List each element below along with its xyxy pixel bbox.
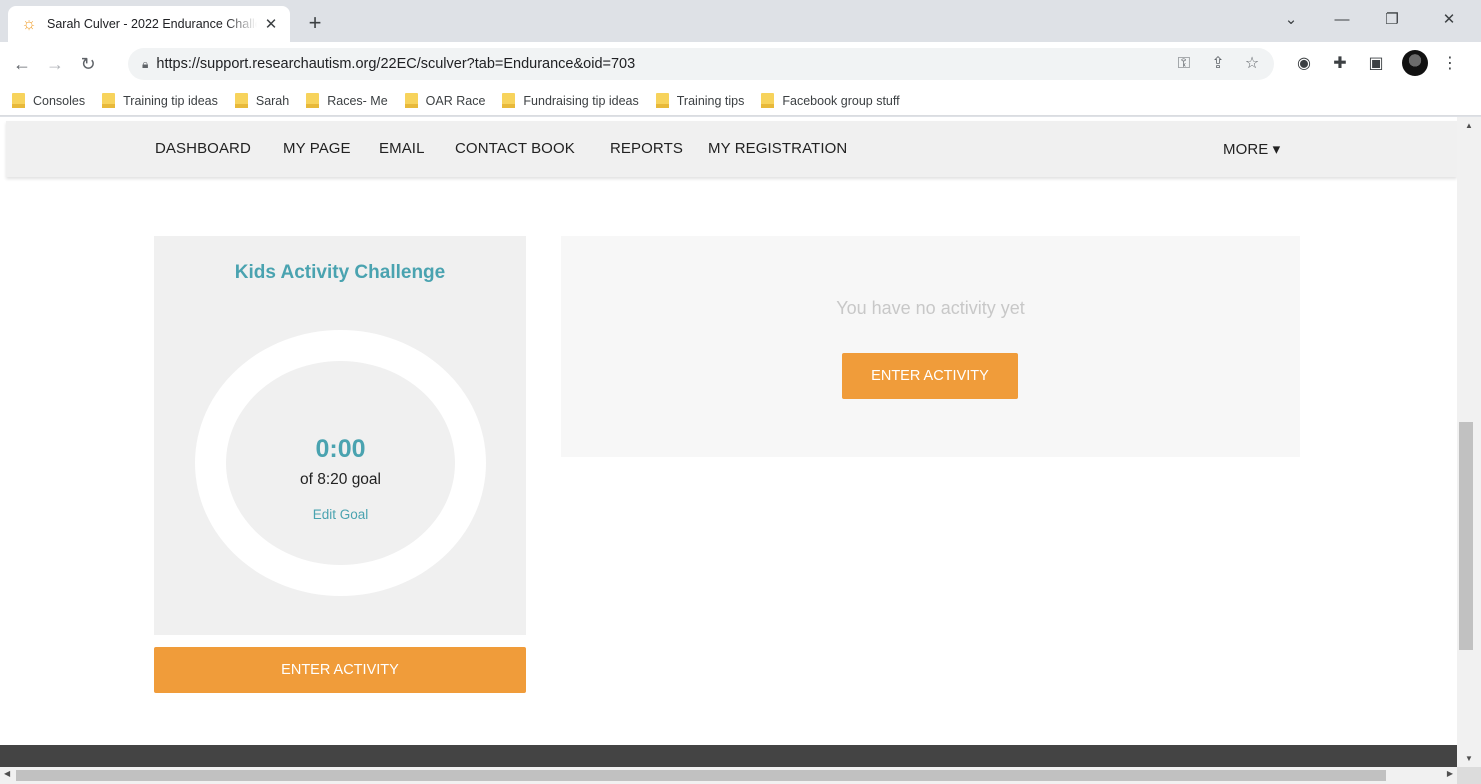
folder-icon — [404, 93, 418, 108]
horizontal-scrollbar[interactable]: ◀ ▶ — [0, 767, 1457, 784]
page-footer — [0, 745, 1457, 767]
nav-reports[interactable]: REPORTS — [610, 140, 683, 157]
site-nav: DASHBOARD MY PAGE EMAIL CONTACT BOOK REP… — [6, 121, 1457, 177]
progress-goal: of 8:20 goal — [299, 471, 381, 488]
folder-icon — [502, 93, 516, 108]
vertical-scrollbar[interactable]: ▲ ▼ — [1457, 117, 1481, 767]
bookmark-item[interactable]: Consoles — [12, 93, 85, 108]
share-icon[interactable]: ⇪ — [1206, 54, 1230, 74]
scroll-down-icon[interactable]: ▼ — [1457, 754, 1481, 763]
profile-avatar[interactable] — [1402, 50, 1428, 76]
nav-my-registration[interactable]: MY REGISTRATION — [708, 140, 847, 157]
enter-activity-panel-button[interactable]: ENTER ACTIVITY — [842, 353, 1018, 399]
nav-dashboard[interactable]: DASHBOARD — [155, 140, 251, 157]
folder-icon — [655, 93, 669, 108]
sun-icon: ☼ — [21, 14, 37, 33]
challenge-card: Kids Activity Challenge 0:00 of 8:20 goa… — [154, 236, 526, 635]
reload-icon[interactable]: ↻ — [76, 52, 100, 76]
back-icon[interactable]: ← — [10, 52, 34, 76]
activity-panel: You have no activity yet ENTER ACTIVITY — [561, 236, 1300, 457]
nav-more-dropdown[interactable]: MORE ▾ — [1223, 140, 1280, 158]
new-tab-button[interactable]: + — [302, 11, 328, 35]
window-close-icon[interactable]: ✕ — [1434, 8, 1464, 32]
tab-strip: ☼ Sarah Culver - 2022 Endurance Challeng… — [0, 0, 1481, 42]
side-panel-icon[interactable]: ▣ — [1364, 52, 1388, 76]
extension-icon[interactable]: ◉ — [1292, 52, 1316, 76]
bookmark-item[interactable]: Training tip ideas — [102, 93, 218, 108]
folder-icon — [761, 93, 775, 108]
scroll-up-icon[interactable]: ▲ — [1457, 121, 1481, 130]
progress-value: 0:00 — [315, 435, 366, 463]
enter-activity-button[interactable]: ENTER ACTIVITY — [154, 647, 526, 693]
scroll-left-icon[interactable]: ◀ — [4, 769, 10, 778]
empty-activity-message: You have no activity yet — [836, 298, 1025, 318]
key-icon[interactable]: ⚿ — [1172, 54, 1196, 74]
restore-icon[interactable]: ❐ — [1377, 8, 1407, 32]
nav-contact-book[interactable]: CONTACT BOOK — [455, 140, 575, 157]
progress-ring: 0:00 of 8:20 goal Edit Goal — [195, 330, 486, 596]
vertical-scroll-thumb[interactable] — [1459, 422, 1473, 650]
folder-icon — [234, 93, 248, 108]
tab-title: Sarah Culver - 2022 Endurance Challenge — [47, 17, 257, 31]
folder-icon — [102, 93, 116, 108]
bookmark-item[interactable]: OAR Race — [404, 93, 485, 108]
horizontal-scroll-thumb[interactable] — [16, 770, 1386, 781]
forward-icon[interactable]: → — [43, 52, 67, 76]
address-bar[interactable]: 🔒︎ https://support.researchautism.org/22… — [128, 48, 1274, 80]
tab-search-icon[interactable]: ⌄ — [1276, 8, 1306, 32]
bookmarks-bar: Consoles Training tip ideas Sarah Races-… — [0, 86, 1481, 116]
star-icon[interactable]: ☆ — [1240, 54, 1264, 74]
edit-goal-link[interactable]: Edit Goal — [226, 507, 455, 522]
lock-icon: 🔒︎ — [142, 56, 149, 71]
tab-close-icon[interactable]: ✕ — [262, 15, 280, 33]
browser-tab[interactable]: ☼ Sarah Culver - 2022 Endurance Challeng… — [8, 6, 290, 42]
bookmark-item[interactable]: Races- Me — [306, 93, 388, 108]
url-text: https://support.researchautism.org/22EC/… — [156, 56, 636, 72]
bookmark-item[interactable]: Sarah — [234, 93, 289, 108]
page-viewport: DASHBOARD MY PAGE EMAIL CONTACT BOOK REP… — [0, 117, 1457, 767]
folder-icon — [12, 93, 25, 108]
puzzle-icon[interactable]: ✚ — [1328, 52, 1352, 76]
nav-my-page[interactable]: MY PAGE — [283, 140, 351, 157]
menu-icon[interactable]: ⋮ — [1438, 52, 1462, 76]
minimize-icon[interactable]: — — [1327, 8, 1357, 32]
nav-email[interactable]: EMAIL — [379, 140, 425, 157]
bookmark-item[interactable]: Facebook group stuff — [761, 93, 900, 108]
scroll-right-icon[interactable]: ▶ — [1447, 769, 1453, 778]
bookmark-item[interactable]: Training tips — [655, 93, 744, 108]
folder-icon — [306, 93, 320, 108]
browser-toolbar: ← → ↻ 🔒︎ https://support.researchautism.… — [0, 42, 1481, 86]
challenge-title: Kids Activity Challenge — [234, 262, 446, 283]
scrollbar-corner — [1457, 767, 1481, 784]
bookmark-item[interactable]: Fundraising tip ideas — [502, 93, 639, 108]
